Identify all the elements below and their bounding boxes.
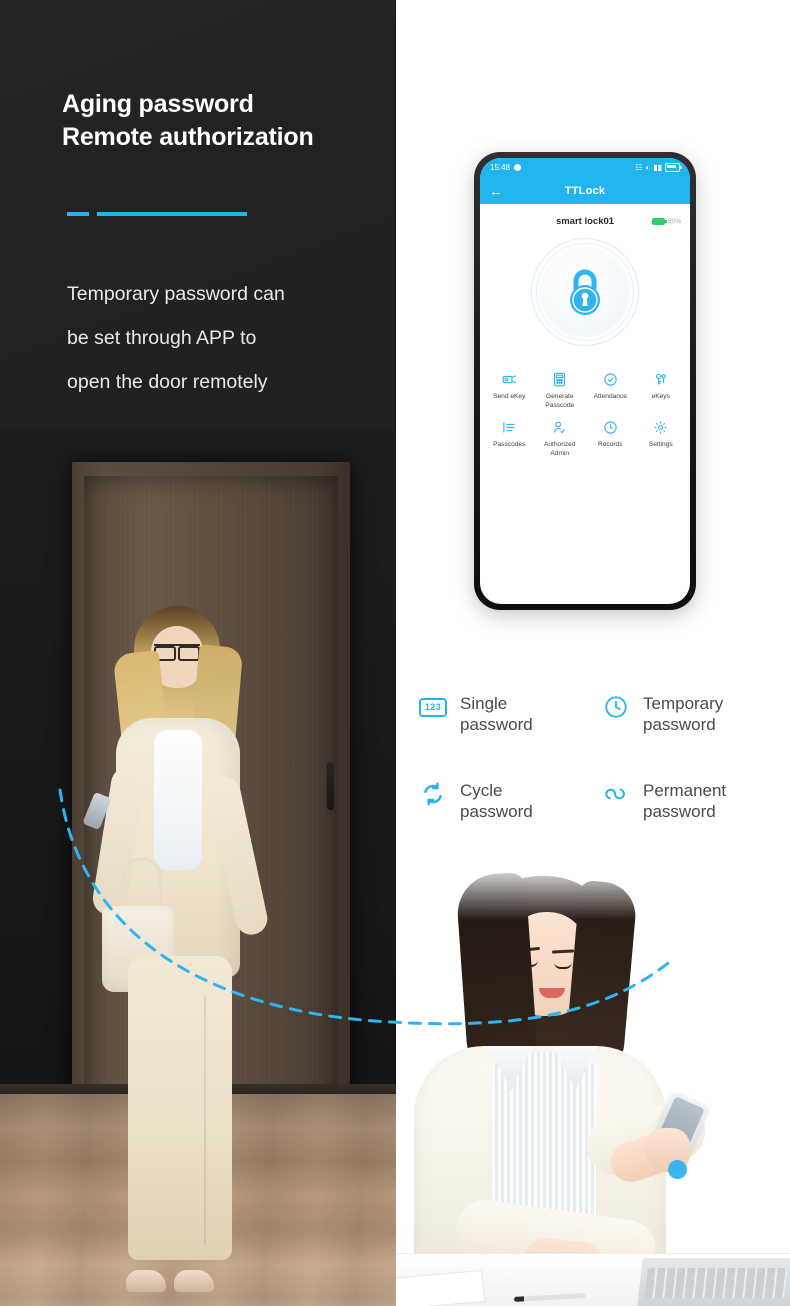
rolling-suitcase: [352, 1210, 396, 1306]
feature-label: Single password: [460, 694, 533, 734]
right-white-column: 15:48 ☷ ◐ ▮▮ ← TTLock smart lock01 80% S…: [396, 0, 790, 1306]
paper-document: [396, 1269, 486, 1306]
phone-screen: 15:48 ☷ ◐ ▮▮ ← TTLock smart lock01 80% S…: [480, 158, 690, 604]
signal-bars-icon: ▮▮: [653, 162, 662, 172]
menu-label: Attendance: [593, 393, 627, 400]
menu-label: Generate Passcode: [545, 393, 575, 409]
trousers: [128, 956, 232, 1260]
feature-menu-grid: Send eKey Generate Passcode Attendance e…: [480, 370, 690, 458]
menu-label: Settings: [648, 441, 673, 448]
description-line-1: Temporary password can: [67, 283, 285, 305]
lock-battery-label: 80%: [667, 218, 681, 225]
attendance-check-icon: [585, 370, 636, 388]
menu-item-records[interactable]: Records: [585, 418, 636, 458]
feature-permanent-password: Permanent password: [601, 779, 778, 822]
menu-item-attendance[interactable]: Attendance: [585, 370, 636, 410]
password-types-list: 123 Single password Temporary password C…: [418, 692, 778, 822]
status-bar: 15:48 ☷ ◐ ▮▮: [480, 158, 690, 177]
headline-line-2: Remote authorization: [62, 123, 314, 151]
trouser-seam: [203, 996, 206, 1246]
feature-label: Permanent password: [643, 781, 727, 821]
scene-top-fade: [396, 860, 790, 920]
phone-mockup: 15:48 ☷ ◐ ▮▮ ← TTLock smart lock01 80% S…: [474, 152, 696, 610]
feature-cycle-password: Cycle password: [418, 779, 595, 822]
feature-label: Cycle password: [460, 781, 533, 821]
menu-item-authorized-admin[interactable]: Authorized Admin: [535, 418, 586, 458]
send-ekey-icon: [484, 370, 535, 388]
menu-item-send-ekey[interactable]: Send eKey: [484, 370, 535, 410]
menu-label: Passcodes: [493, 441, 526, 448]
settings-gear-icon: [636, 418, 687, 436]
passcodes-list-icon: [484, 418, 535, 436]
menu-item-settings[interactable]: Settings: [636, 418, 687, 458]
description-line-2: be set through APP to: [67, 327, 257, 349]
menu-label: Send eKey: [493, 393, 526, 400]
woman-with-phone: [82, 606, 311, 1306]
generate-passcode-icon: [535, 370, 586, 388]
lock-header-row: smart lock01 80%: [480, 216, 690, 227]
signal-endpoint-dot: [668, 1160, 687, 1179]
status-bar-left: 15:48: [490, 163, 522, 172]
shoe-left: [126, 1270, 166, 1292]
network-share-icon: ☷: [635, 162, 643, 172]
ekeys-icon: [636, 370, 687, 388]
numeric-123-glyph: 123: [419, 697, 447, 717]
feature-label: Temporary password: [643, 694, 724, 734]
menu-item-passcodes[interactable]: Passcodes: [484, 418, 535, 458]
status-bar-right: ☷ ◐ ▮▮: [635, 162, 682, 172]
app-title: TTLock: [564, 184, 606, 197]
page-title: Aging password Remote authorization: [62, 88, 314, 154]
door-handle: [327, 762, 334, 810]
padlock-icon: [570, 269, 600, 315]
records-clock-icon: [585, 418, 636, 436]
numeric-123-icon: 123: [418, 692, 448, 722]
menu-label: Records: [597, 441, 623, 448]
wifi-icon: ◐: [645, 162, 651, 172]
lock-button[interactable]: [531, 238, 639, 346]
headline-line-1: Aging password: [62, 90, 254, 118]
menu-label: Authorized Admin: [543, 441, 576, 457]
lock-battery-status: 80%: [651, 218, 681, 225]
office-scene-photo: [396, 860, 790, 1306]
infinity-icon: [601, 779, 631, 809]
shirt: [154, 730, 202, 870]
divider-segment-short: [67, 212, 89, 216]
door-scene-photo: [0, 430, 396, 1306]
description-line-3: open the door remotely: [67, 371, 268, 393]
menu-item-ekeys[interactable]: eKeys: [636, 370, 687, 410]
shoe-right: [174, 1270, 214, 1292]
divider-segment-long: [97, 212, 247, 216]
status-time: 15:48: [490, 163, 511, 172]
back-arrow-icon[interactable]: ←: [489, 184, 503, 198]
glasses-icon: [154, 644, 200, 661]
cycle-refresh-icon: [418, 779, 448, 809]
battery-icon: [665, 163, 682, 172]
page-description: Temporary password can be set through AP…: [67, 272, 377, 404]
app-bar: ← TTLock: [480, 177, 690, 204]
menu-label: eKeys: [651, 393, 670, 400]
menu-item-generate-passcode[interactable]: Generate Passcode: [535, 370, 586, 410]
lock-battery-icon: [651, 218, 667, 225]
feature-single-password: 123 Single password: [418, 692, 595, 735]
authorized-admin-icon: [535, 418, 586, 436]
status-dot-icon: [514, 164, 522, 171]
left-dark-panel: Aging password Remote authorization Temp…: [0, 0, 396, 1306]
feature-temporary-password: Temporary password: [601, 692, 778, 735]
lock-name: smart lock01: [555, 216, 615, 227]
clock-icon: [601, 692, 631, 722]
marketing-page: Aging password Remote authorization Temp…: [0, 0, 790, 1306]
laptop-keyboard: [644, 1268, 788, 1298]
